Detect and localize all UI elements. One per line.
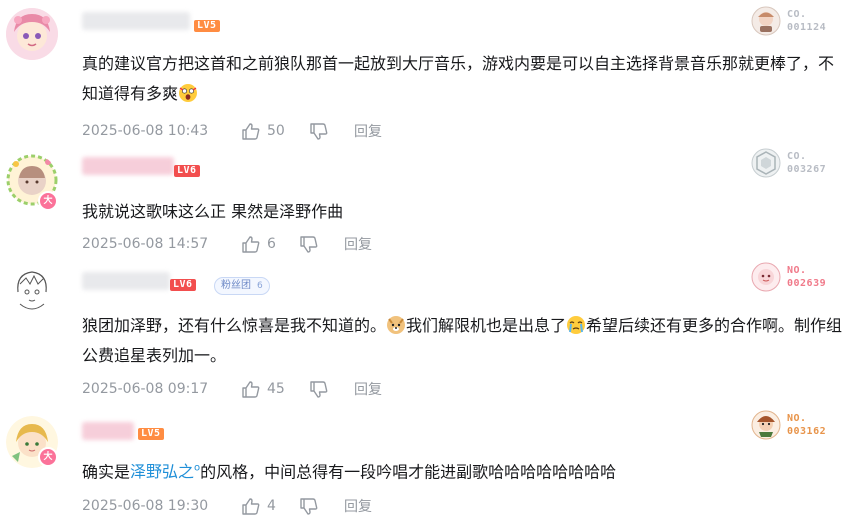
thumbs-down-icon xyxy=(310,122,328,140)
comment-time: 2025-06-08 14:57 xyxy=(82,236,209,252)
user-level-badge: LV6 xyxy=(174,165,200,177)
user-level-badge: LV6 xyxy=(170,279,196,291)
comment-meta: 2025-06-08 09:17 45 回复 xyxy=(82,379,382,399)
user-level-badge: LV5 xyxy=(194,20,220,32)
fan-club-badge[interactable]: 粉丝团 6 xyxy=(214,277,270,295)
dislike-button[interactable] xyxy=(310,380,354,398)
fan-card-number: CO. 003267 xyxy=(787,151,827,175)
like-count: 50 xyxy=(267,123,285,139)
user-avatar[interactable] xyxy=(6,8,58,60)
like-count: 4 xyxy=(267,498,276,514)
reply-button[interactable]: 回复 xyxy=(344,234,372,254)
fan-card-icon xyxy=(751,6,781,36)
fan-card-icon xyxy=(751,410,781,440)
like-button[interactable]: 6 xyxy=(242,235,300,253)
thumbs-up-icon xyxy=(242,235,260,253)
comment-meta: 2025-06-08 14:57 6 回复 xyxy=(82,234,372,254)
user-level-badge: LV5 xyxy=(138,428,164,440)
comment-time: 2025-06-08 10:43 xyxy=(82,123,209,139)
dislike-button[interactable] xyxy=(300,497,344,515)
comment-text: 确实是泽野弘之o的风格，中间总得有一段吟唱才能进副歌哈哈哈哈哈哈哈哈 xyxy=(82,462,617,482)
fan-card-number: NO. 002639 xyxy=(787,265,827,289)
reply-button[interactable]: 回复 xyxy=(354,121,382,141)
thumbs-up-icon xyxy=(242,122,260,140)
like-button[interactable]: 45 xyxy=(242,380,310,398)
fan-card-icon xyxy=(751,262,781,292)
comment-time: 2025-06-08 19:30 xyxy=(82,498,209,514)
like-count: 45 xyxy=(267,381,285,397)
fan-card-number: CO. 001124 xyxy=(787,9,827,33)
search-keyword-link[interactable]: 泽野弘之o xyxy=(130,462,200,481)
fan-card[interactable]: NO. 003162 xyxy=(751,410,851,444)
comment-meta: 2025-06-08 19:30 4 回复 xyxy=(82,496,372,516)
comment-time: 2025-06-08 09:17 xyxy=(82,381,209,397)
thumbs-up-icon xyxy=(242,497,260,515)
like-count: 6 xyxy=(267,236,276,252)
dislike-button[interactable] xyxy=(300,235,344,253)
fan-card[interactable]: NO. 002639 xyxy=(751,262,851,296)
username-redacted[interactable] xyxy=(82,157,174,175)
scared-emoji-icon xyxy=(178,83,198,103)
reply-button[interactable]: 回复 xyxy=(354,379,382,399)
fan-card[interactable]: CO. 001124 xyxy=(751,6,851,40)
username-redacted[interactable] xyxy=(82,12,190,30)
thumbs-down-icon xyxy=(310,380,328,398)
user-avatar[interactable] xyxy=(6,264,58,316)
like-button[interactable]: 4 xyxy=(242,497,300,515)
thumbs-down-icon xyxy=(300,235,318,253)
thumbs-up-icon xyxy=(242,380,260,398)
dislike-button[interactable] xyxy=(310,122,354,140)
fan-card[interactable]: CO. 003267 xyxy=(751,148,851,182)
avatar-verified-badge: 大 xyxy=(38,447,58,467)
comment-meta: 2025-06-08 10:43 50 回复 xyxy=(82,121,382,141)
crying-emoji-icon xyxy=(566,315,586,335)
thumbs-down-icon xyxy=(300,497,318,515)
fan-card-icon xyxy=(751,148,781,178)
comment-text: 真的建议官方把这首和之前狼队那首一起放到大厅音乐，游戏内要是可以自主选择背景音乐… xyxy=(82,54,835,103)
like-button[interactable]: 50 xyxy=(242,122,310,140)
fan-card-number: NO. 003162 xyxy=(787,413,827,437)
comment-text: 我就说这歌味这么正 果然是泽野作曲 xyxy=(82,202,344,221)
avatar-verified-badge: 大 xyxy=(38,191,58,211)
comment-text: 狼团加泽野，还有什么惊喜是我不知道的。 我们解限机也是出息了 希望后续还有更多的… xyxy=(82,315,843,365)
doge-emoji-icon xyxy=(386,315,406,335)
reply-button[interactable]: 回复 xyxy=(344,496,372,516)
username-redacted[interactable] xyxy=(82,272,170,290)
username-redacted[interactable] xyxy=(82,422,134,440)
